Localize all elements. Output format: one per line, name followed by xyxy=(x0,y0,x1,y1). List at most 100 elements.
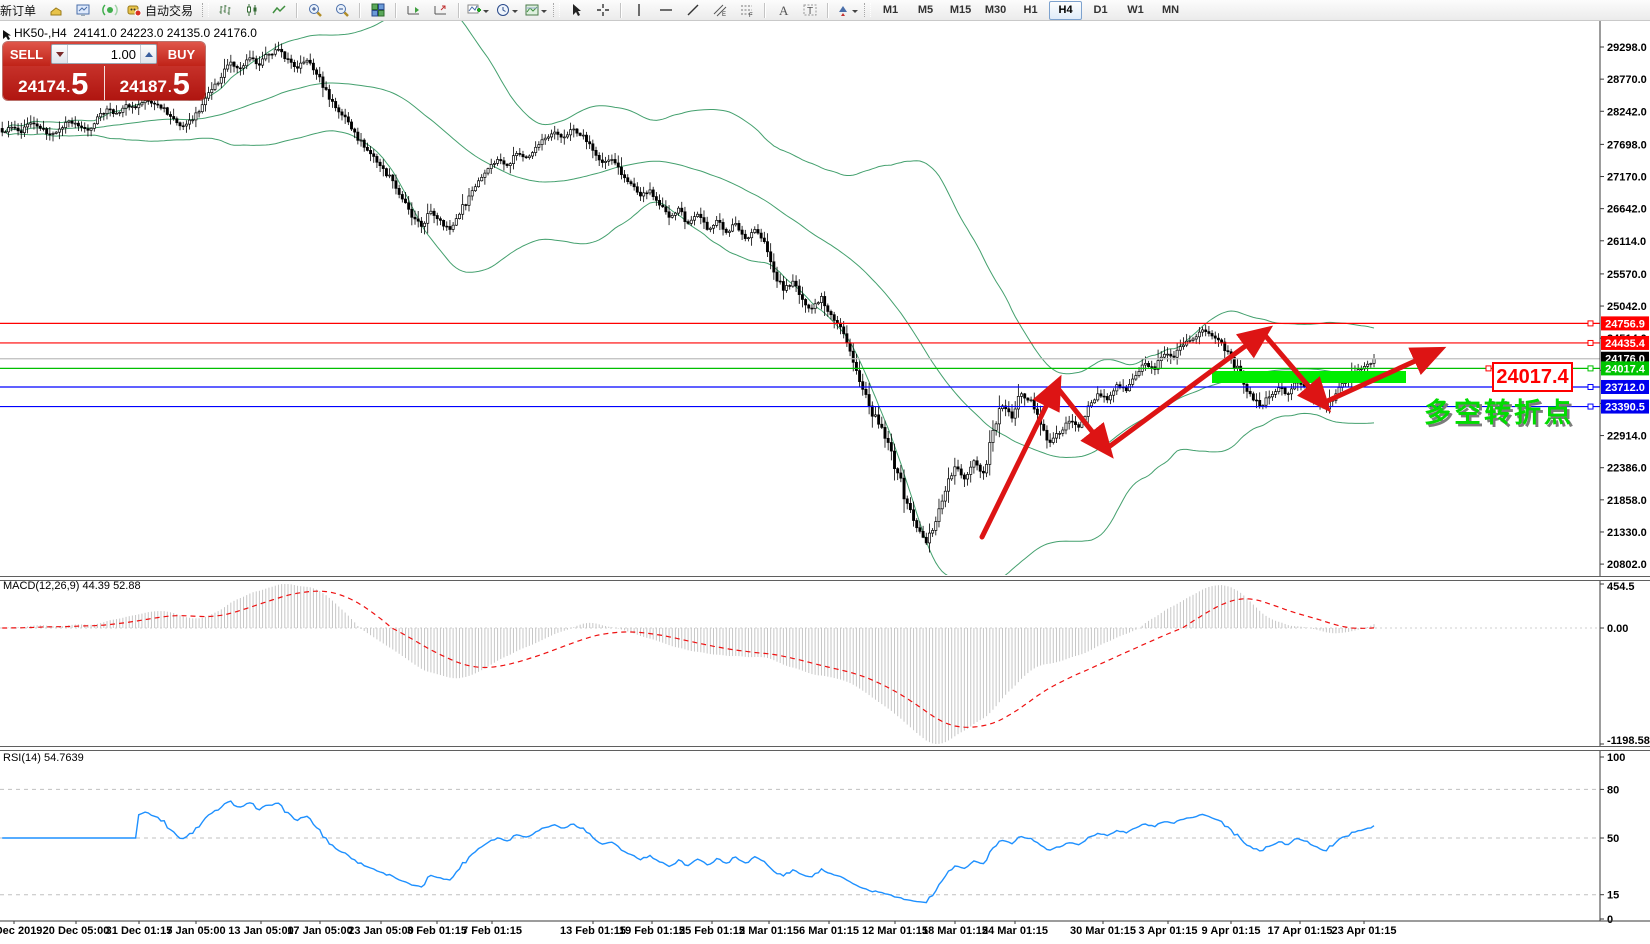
toolbar-separator xyxy=(395,2,397,18)
timeframe-button-h1[interactable]: H1 xyxy=(1014,1,1047,20)
charts-grid-button[interactable] xyxy=(42,0,69,20)
svg-text:E: E xyxy=(722,12,726,18)
horizontal-line-icon xyxy=(658,2,674,18)
rsi-name: RSI(14) xyxy=(3,752,41,764)
sell-button-label: SELL xyxy=(9,46,44,62)
sell-price[interactable]: 24174. 5 xyxy=(3,66,105,100)
arrows-icon xyxy=(835,2,851,18)
timeframe-button-mn[interactable]: MN xyxy=(1154,1,1187,20)
indicators-button[interactable] xyxy=(463,0,492,20)
periods-dropdown-caret xyxy=(512,9,519,16)
zoom-in-button[interactable] xyxy=(301,0,328,20)
text-button[interactable]: A xyxy=(769,0,796,20)
volume-input[interactable] xyxy=(68,45,140,63)
timeframe-button-d1[interactable]: D1 xyxy=(1084,1,1117,20)
chart-canvas[interactable]: 29298.028770.028242.027698.027170.026642… xyxy=(0,0,1650,944)
auto-scroll-button[interactable] xyxy=(400,0,427,20)
auto-scroll-icon xyxy=(406,2,422,18)
channel-icon: E xyxy=(712,2,728,18)
volume-down-icon xyxy=(55,51,64,61)
toolbar-group-charts xyxy=(211,0,550,20)
toolbar-separator xyxy=(764,2,766,18)
tile-windows-icon xyxy=(370,2,386,18)
fibonacci-icon: F xyxy=(739,2,755,18)
cursor-button[interactable] xyxy=(562,0,589,20)
market-watch-icon xyxy=(75,2,91,18)
bar-chart-icon xyxy=(217,2,233,18)
buy-price[interactable]: 24187. 5 xyxy=(105,66,206,100)
pane-separator[interactable] xyxy=(0,576,1650,581)
templates-button[interactable] xyxy=(521,0,550,20)
crosshair-icon xyxy=(595,2,611,18)
price-dot: . xyxy=(167,80,172,95)
timeframe-button-h4[interactable]: H4 xyxy=(1049,0,1083,20)
rsi-value: 54.7639 xyxy=(43,752,84,764)
timeframe-button-w1[interactable]: W1 xyxy=(1119,1,1152,20)
volume-increase-button[interactable] xyxy=(140,45,156,63)
templates-dropdown-caret xyxy=(541,9,548,16)
macd-name: MACD(12,26,9) xyxy=(3,580,80,592)
timeframe-button-m30[interactable]: M30 xyxy=(979,1,1012,20)
trendline-button[interactable] xyxy=(679,0,706,20)
volume-decrease-button[interactable] xyxy=(52,45,68,63)
price-dot: . xyxy=(66,80,71,95)
crosshair-button[interactable] xyxy=(589,0,616,20)
arrows-button[interactable] xyxy=(832,0,861,20)
svg-text:F: F xyxy=(749,13,753,18)
mt4-window: { "toolbar": { "new_order_label": "新订单",… xyxy=(0,0,1650,944)
fibonacci-button[interactable]: F xyxy=(733,0,760,20)
toolbar-group-timeframes: M1 M5 M15 M30 H1 H4 D1 W1 MN xyxy=(873,0,1188,20)
time-axis[interactable] xyxy=(0,921,1600,944)
zoom-in-icon xyxy=(307,2,323,18)
price-callout-box[interactable]: 24017.4 xyxy=(1492,362,1573,392)
toolbar-group-standard: 新订单 自动交易 xyxy=(0,0,199,20)
one-click-trading-panel: SELL BUY 24174.5 24187.5 xyxy=(3,42,205,100)
autotrading-button[interactable]: 自动交易 xyxy=(123,0,199,20)
price-callout-text: 24017.4 xyxy=(1496,365,1569,388)
toolbar-separator xyxy=(620,2,622,18)
main-toolbar: 新订单 自动交易 E F A T M1 M5 M15 M30 H1 H4 D1 … xyxy=(0,0,1650,21)
text-label-button[interactable]: T xyxy=(796,0,823,20)
svg-text:A: A xyxy=(779,3,789,18)
channel-button[interactable]: E xyxy=(706,0,733,20)
buy-button[interactable]: BUY xyxy=(158,42,205,66)
sell-button[interactable]: SELL xyxy=(3,42,50,66)
periods-icon xyxy=(495,2,511,18)
trendline-icon xyxy=(685,2,701,18)
price-axis[interactable] xyxy=(1600,20,1650,921)
signals-button[interactable] xyxy=(96,0,123,20)
candlestick-button[interactable] xyxy=(238,0,265,20)
toolbar-separator xyxy=(296,2,298,18)
toolbar-grip xyxy=(864,3,872,17)
new-order-button[interactable]: 新订单 xyxy=(0,0,42,20)
timeframe-button-m15[interactable]: M15 xyxy=(944,1,977,20)
new-order-label: 新订单 xyxy=(0,3,37,18)
macd-values: 44.39 52.88 xyxy=(82,580,141,592)
ohlc-values: 24141.0 24223.0 24135.0 24176.0 xyxy=(73,26,257,40)
bar-chart-button[interactable] xyxy=(211,0,238,20)
line-chart-button[interactable] xyxy=(265,0,292,20)
price-big-digit: 5 xyxy=(172,66,190,100)
toolbar-grip xyxy=(202,3,210,17)
timeframe-button-m1[interactable]: M1 xyxy=(874,1,907,20)
symbol-period-label: HK50-,H4 xyxy=(14,26,67,40)
toolbar-separator xyxy=(827,2,829,18)
cursor-icon xyxy=(568,2,584,18)
arrows-dropdown-caret xyxy=(852,9,859,16)
zoom-out-button[interactable] xyxy=(328,0,355,20)
periods-button[interactable] xyxy=(492,0,521,20)
timeframe-button-m5[interactable]: M5 xyxy=(909,1,942,20)
vertical-line-button[interactable] xyxy=(625,0,652,20)
price-integer: 24174 xyxy=(18,77,66,96)
chart-shift-button[interactable] xyxy=(427,0,454,20)
chinese-annotation-text[interactable]: 多空转折点 xyxy=(1424,391,1574,430)
chart-shift-icon xyxy=(433,2,449,18)
market-watch-button[interactable] xyxy=(69,0,96,20)
horizontal-line-button[interactable] xyxy=(652,0,679,20)
text-icon: A xyxy=(775,2,791,18)
chart-title: HK50-,H4 24141.0 24223.0 24135.0 24176.0 xyxy=(14,26,257,40)
svg-text:T: T xyxy=(807,6,813,17)
templates-icon xyxy=(524,2,540,18)
pane-separator[interactable] xyxy=(0,746,1650,751)
tile-windows-button[interactable] xyxy=(364,0,391,20)
